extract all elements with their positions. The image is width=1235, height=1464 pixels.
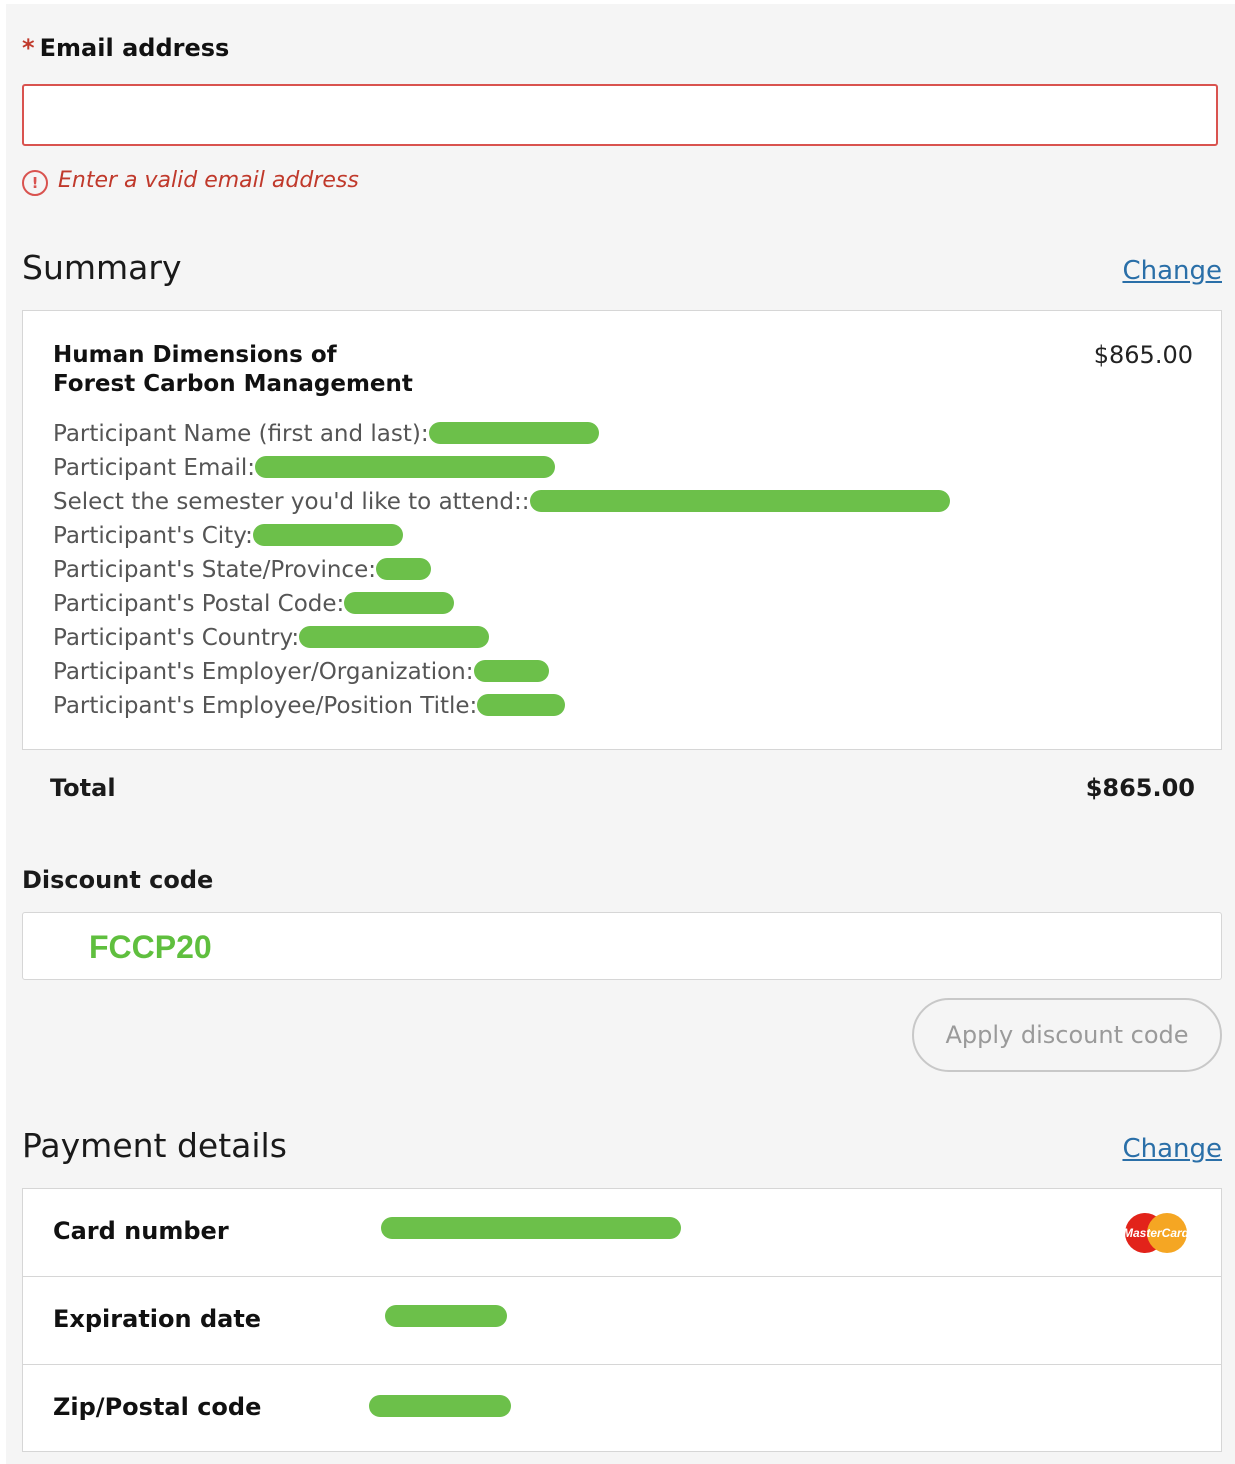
email-error-message: Enter a valid email address (58, 168, 359, 193)
product-price: $865.00 (1093, 341, 1193, 369)
total-label: Total (50, 774, 116, 802)
detail-participant-email: Participant Email: (53, 451, 950, 485)
detail-semester: Select the semester you'd like to attend… (53, 485, 950, 519)
summary-title: Summary (22, 248, 182, 287)
redacted-value (473, 660, 549, 682)
card-number-row: Card number MasterCard (23, 1189, 1221, 1277)
expiration-date-label: Expiration date (53, 1305, 262, 1333)
product-title: Human Dimensions of Forest Carbon Manage… (53, 341, 413, 399)
redacted-expiration-date (385, 1305, 507, 1327)
product-title-line2: Forest Carbon Management (53, 371, 413, 397)
redacted-value (299, 626, 490, 648)
discount-code-input[interactable]: FCCP20 (22, 912, 1222, 980)
redacted-value (428, 422, 599, 444)
apply-discount-button[interactable]: Apply discount code (912, 998, 1222, 1072)
zip-postal-code-row: Zip/Postal code (23, 1365, 1221, 1453)
redacted-value (375, 558, 431, 580)
detail-state: Participant's State/Province: (53, 553, 950, 587)
redacted-value (477, 694, 566, 716)
redacted-zip-code (369, 1395, 511, 1417)
detail-position-title: Participant's Employee/Position Title: (53, 689, 950, 723)
discount-code-value: FCCP20 (89, 929, 212, 965)
zip-postal-code-label: Zip/Postal code (53, 1393, 262, 1421)
product-title-line1: Human Dimensions of (53, 342, 337, 368)
redacted-value (344, 592, 455, 614)
total-value: $865.00 (1085, 774, 1195, 802)
discount-label: Discount code (22, 866, 214, 894)
mastercard-icon: MasterCard (1123, 1213, 1190, 1253)
payment-title: Payment details (22, 1126, 287, 1165)
redacted-value (529, 490, 950, 512)
redacted-card-number (381, 1217, 681, 1239)
redacted-value (252, 524, 403, 546)
summary-change-link[interactable]: Change (1122, 256, 1222, 286)
participant-details: Participant Name (first and last): Parti… (53, 417, 950, 723)
detail-city: Participant's City: (53, 519, 950, 553)
email-input[interactable] (22, 84, 1218, 146)
detail-employer: Participant's Employer/Organization: (53, 655, 950, 689)
card-number-label: Card number (53, 1217, 229, 1245)
summary-card: Human Dimensions of Forest Carbon Manage… (22, 310, 1222, 750)
checkout-page: * Email address ! Enter a valid email ad… (6, 4, 1235, 1464)
detail-postal-code: Participant's Postal Code: (53, 587, 950, 621)
payment-card: Card number MasterCard Expiration date Z… (22, 1188, 1222, 1452)
detail-country: Participant's Country: (53, 621, 950, 655)
redacted-value (255, 456, 555, 478)
required-marker: * (22, 34, 35, 62)
error-icon: ! (22, 170, 48, 196)
expiration-date-row: Expiration date (23, 1277, 1221, 1365)
detail-participant-name: Participant Name (first and last): (53, 417, 950, 451)
mastercard-wordmark: MasterCard (1123, 1226, 1190, 1240)
email-label: Email address (39, 34, 230, 62)
email-label-row: * Email address (22, 34, 229, 62)
payment-change-link[interactable]: Change (1122, 1134, 1222, 1164)
